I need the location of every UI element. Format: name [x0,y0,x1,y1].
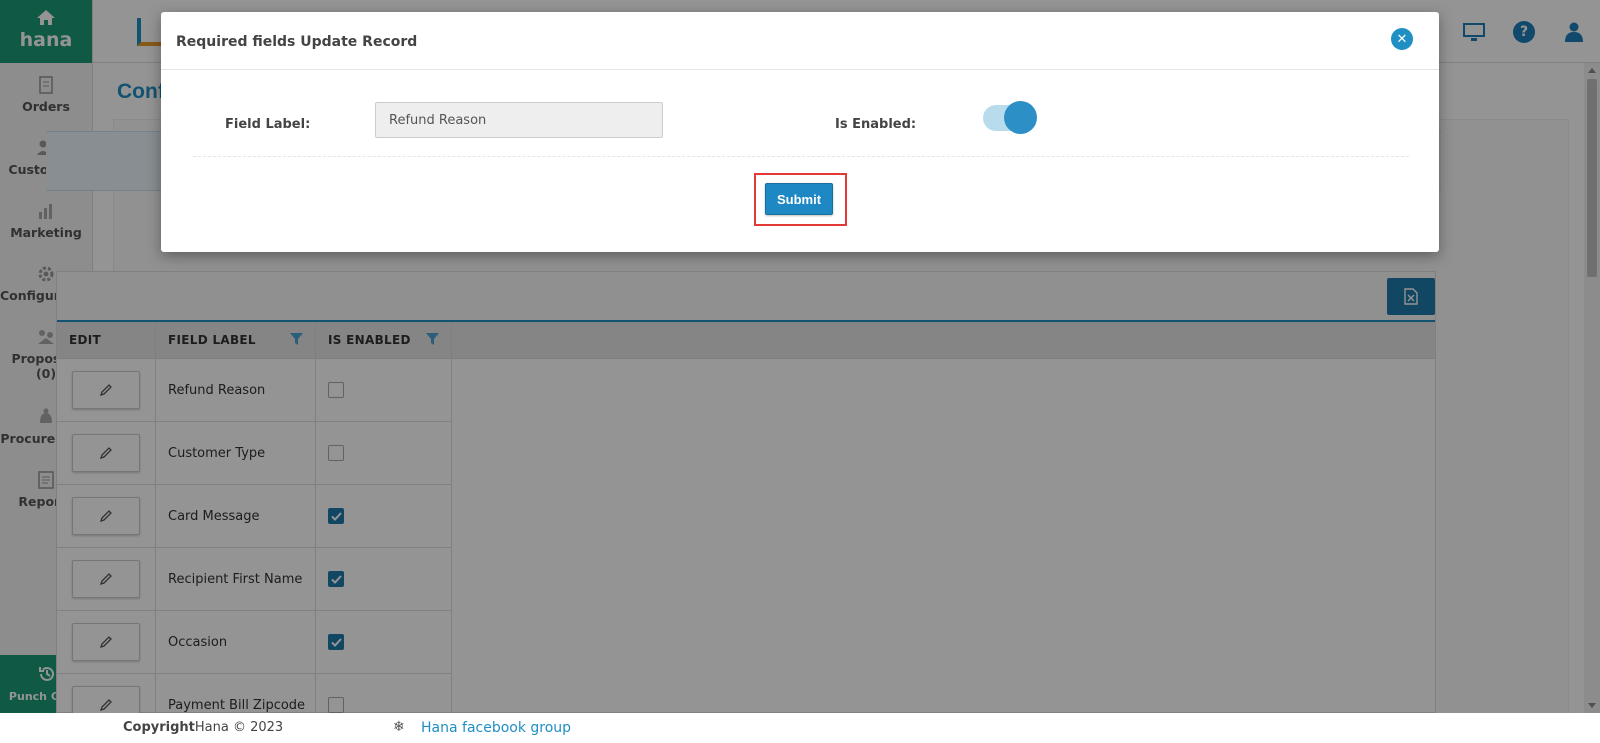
field-label-input[interactable] [375,102,663,138]
field-label-label: Field Label: [225,117,311,132]
divider [193,156,1409,157]
submit-button[interactable]: Submit [765,183,833,215]
is-enabled-toggle[interactable] [983,101,1037,134]
close-icon[interactable]: ✕ [1391,28,1413,50]
modal-header: Required fields Update Record ✕ [161,12,1439,70]
copyright: CopyrightHana © 2023 [123,720,284,735]
is-enabled-label: Is Enabled: [835,117,917,132]
snowflake-icon: ❄ [393,719,405,735]
update-record-modal: Required fields Update Record ✕ Field La… [161,12,1439,252]
modal-title: Required fields Update Record [176,34,418,50]
facebook-group-link[interactable]: Hana facebook group [421,720,571,736]
footer: CopyrightHana © 2023 ❄ Hana facebook gro… [0,713,1600,743]
